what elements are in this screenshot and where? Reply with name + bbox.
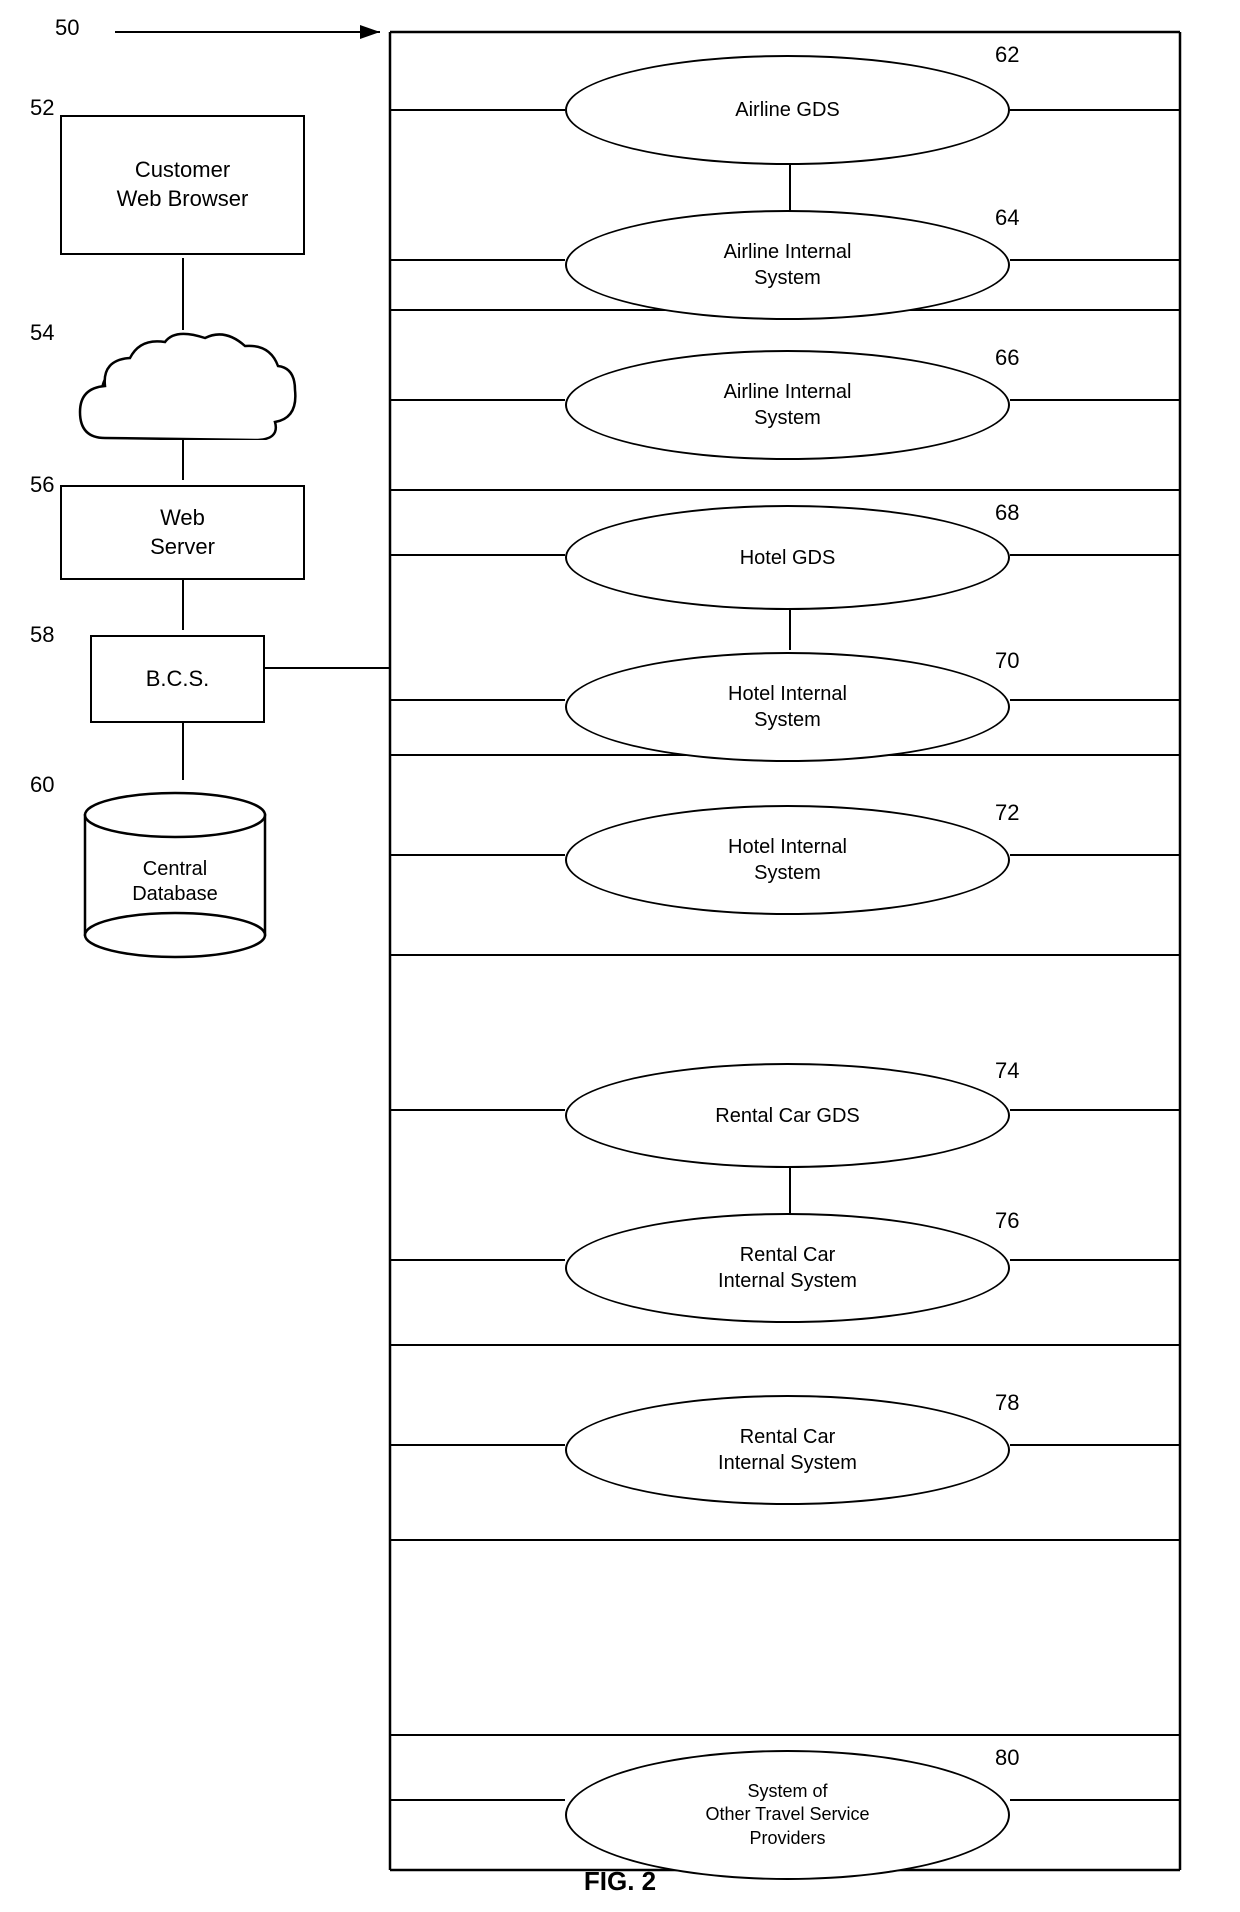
ref-52: 52 [30, 95, 54, 121]
hotel-internal-1-label: Hotel Internal System [728, 681, 847, 733]
ref-76: 76 [995, 1208, 1019, 1234]
ref-74: 74 [995, 1058, 1019, 1084]
ref-50: 50 [55, 15, 79, 41]
internet-cloud [60, 330, 305, 445]
ref-56: 56 [30, 472, 54, 498]
ref-72: 72 [995, 800, 1019, 826]
ref-60: 60 [30, 772, 54, 798]
web-server-box: Web Server [60, 485, 305, 580]
bcs-box: B.C.S. [90, 635, 265, 723]
airline-internal-1-label: Airline Internal System [724, 239, 852, 291]
airline-gds-label: Airline GDS [735, 97, 839, 123]
airline-internal-2-ellipse: Airline Internal System [565, 350, 1010, 460]
other-travel-label: System of Other Travel Service Providers [705, 1780, 869, 1850]
rental-car-internal-1-label: Rental Car Internal System [718, 1242, 857, 1294]
hotel-internal-2-label: Hotel Internal System [728, 834, 847, 886]
ref-62: 62 [995, 42, 1019, 68]
hotel-internal-1-ellipse: Hotel Internal System [565, 652, 1010, 762]
ref-64: 64 [995, 205, 1019, 231]
hotel-internal-2-ellipse: Hotel Internal System [565, 805, 1010, 915]
ref-58: 58 [30, 622, 54, 648]
ref-78: 78 [995, 1390, 1019, 1416]
central-database: Central Database [75, 785, 275, 965]
rental-car-internal-1-ellipse: Rental Car Internal System [565, 1213, 1010, 1323]
rental-car-internal-2-ellipse: Rental Car Internal System [565, 1395, 1010, 1505]
web-server-label: Web Server [150, 504, 215, 561]
ref-66: 66 [995, 345, 1019, 371]
hotel-gds-label: Hotel GDS [740, 545, 836, 571]
other-travel-ellipse: System of Other Travel Service Providers [565, 1750, 1010, 1880]
ref-70: 70 [995, 648, 1019, 674]
diagram: 50 52 Customer Web Browser 54 56 Web Se [0, 0, 1240, 1912]
hotel-gds-ellipse: Hotel GDS [565, 505, 1010, 610]
rental-car-internal-2-label: Rental Car Internal System [718, 1424, 857, 1476]
rental-car-gds-label: Rental Car GDS [715, 1103, 860, 1129]
airline-internal-2-label: Airline Internal System [724, 379, 852, 431]
customer-web-browser-label: Customer Web Browser [117, 156, 249, 213]
customer-web-browser-box: Customer Web Browser [60, 115, 305, 255]
svg-text:Central: Central [143, 858, 207, 880]
airline-gds-ellipse: Airline GDS [565, 55, 1010, 165]
ref-80: 80 [995, 1745, 1019, 1771]
bcs-label: B.C.S. [146, 665, 210, 694]
ref-68: 68 [995, 500, 1019, 526]
rental-car-gds-ellipse: Rental Car GDS [565, 1063, 1010, 1168]
ref-54: 54 [30, 320, 54, 346]
figure-label: FIG. 2 [584, 1866, 656, 1897]
airline-internal-1-ellipse: Airline Internal System [565, 210, 1010, 320]
svg-text:Database: Database [132, 883, 218, 905]
